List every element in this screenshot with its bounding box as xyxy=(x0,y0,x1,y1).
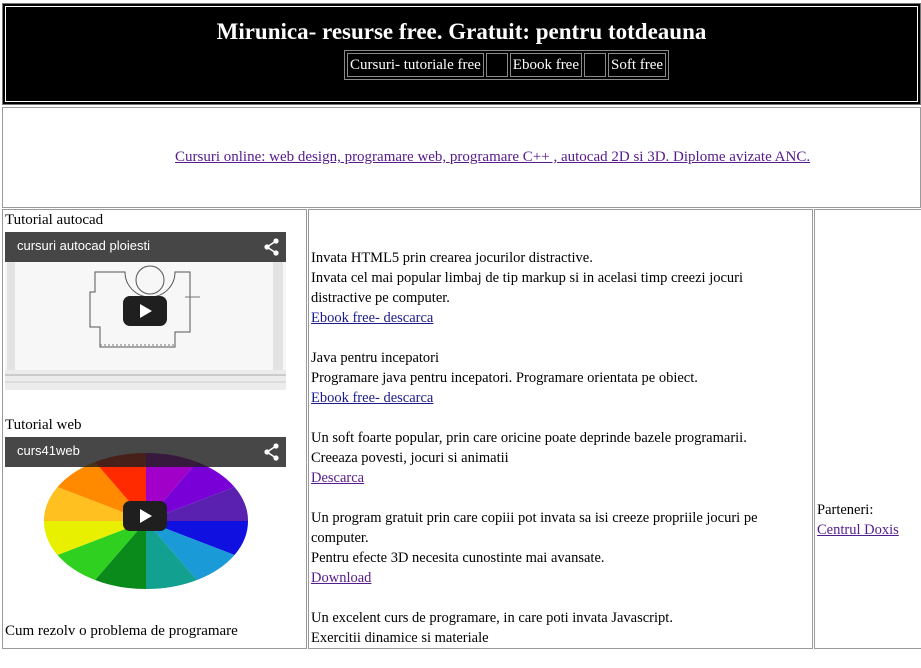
item-title: Un soft foarte popular, prin care oricin… xyxy=(311,430,747,446)
program-download-link[interactable]: Download xyxy=(311,570,371,586)
play-icon[interactable] xyxy=(123,296,167,326)
right-column: Parteneri: Centrul Doxis xyxy=(814,209,921,649)
autocad-video-title[interactable]: cursuri autocad ploiesti xyxy=(17,238,150,253)
play-icon[interactable] xyxy=(123,501,167,531)
item-description: Pentru efecte 3D necesita cunostinte mai… xyxy=(311,550,605,566)
item-title: Invata HTML5 prin crearea jocurilor dist… xyxy=(311,250,593,266)
main-column: Invata HTML5 prin crearea jocurilor dist… xyxy=(308,209,813,649)
web-label: Tutorial web xyxy=(5,417,82,433)
left-column: Tutorial autocad cursuri autocad ploiest… xyxy=(2,209,307,649)
nav-cursuri-link[interactable]: Cursuri- tutoriale free xyxy=(347,53,484,77)
item-description: Creeaza povesti, jocuri si animatii xyxy=(311,450,509,466)
partners-label: Parteneri: xyxy=(817,502,874,518)
list-item: Un program gratuit prin care copiii pot … xyxy=(311,508,791,588)
share-icon[interactable] xyxy=(264,238,280,256)
autocad-label: Tutorial autocad xyxy=(5,212,104,228)
item-description: Exercitii dinamice si materiale xyxy=(311,630,489,646)
nav-soft-link[interactable]: Soft free xyxy=(608,53,667,77)
video-title-bar: cursuri autocad ploiesti xyxy=(5,232,286,262)
web-video-title[interactable]: curs41web xyxy=(17,443,80,458)
item-title: Un excelent curs de programare, in care … xyxy=(311,610,673,626)
banner-section: Cursuri online: web design, programare w… xyxy=(2,107,921,208)
web-video-player[interactable]: curs41web xyxy=(5,437,286,595)
site-header: Mirunica- resurse free. Gratuit: pentru … xyxy=(2,3,921,105)
list-item: Invata HTML5 prin crearea jocurilor dist… xyxy=(311,248,791,328)
item-description: Invata cel mai popular limbaj de tip mar… xyxy=(311,270,744,306)
list-item: Un soft foarte popular, prin care oricin… xyxy=(311,428,791,488)
nav-spacer xyxy=(485,53,508,77)
video-title-bar: curs41web xyxy=(5,437,286,467)
autocad-video-player[interactable]: cursuri autocad ploiesti xyxy=(5,232,286,390)
share-icon[interactable] xyxy=(264,443,280,461)
courses-banner-link[interactable]: Cursuri online: web design, programare w… xyxy=(175,149,810,166)
header-inner-frame: Mirunica- resurse free. Gratuit: pentru … xyxy=(5,6,918,102)
problem-solving-label: Cum rezolv o problema de programare xyxy=(5,623,238,639)
site-title: Mirunica- resurse free. Gratuit: pentru … xyxy=(216,19,707,44)
ebook-download-link[interactable]: Ebook free- descarca xyxy=(311,390,433,406)
item-description: Programare java pentru incepatori. Progr… xyxy=(311,370,698,386)
nav-spacer xyxy=(584,53,606,77)
software-download-link[interactable]: Descarca xyxy=(311,470,364,486)
partners-block: Parteneri: Centrul Doxis xyxy=(817,500,899,540)
item-title: Java pentru incepatori xyxy=(311,350,440,366)
resource-list: Invata HTML5 prin crearea jocurilor dist… xyxy=(311,248,791,668)
nav-ebook-link[interactable]: Ebook free xyxy=(509,53,582,77)
list-item: Java pentru incepatori Programare java p… xyxy=(311,348,791,408)
partner-doxis-link[interactable]: Centrul Doxis xyxy=(817,522,899,538)
item-title: Un program gratuit prin care copiii pot … xyxy=(311,510,758,546)
main-nav: Cursuri- tutoriale free Ebook free Soft … xyxy=(344,50,670,80)
ebook-download-link[interactable]: Ebook free- descarca xyxy=(311,310,433,326)
list-item: Un excelent curs de programare, in care … xyxy=(311,608,791,648)
